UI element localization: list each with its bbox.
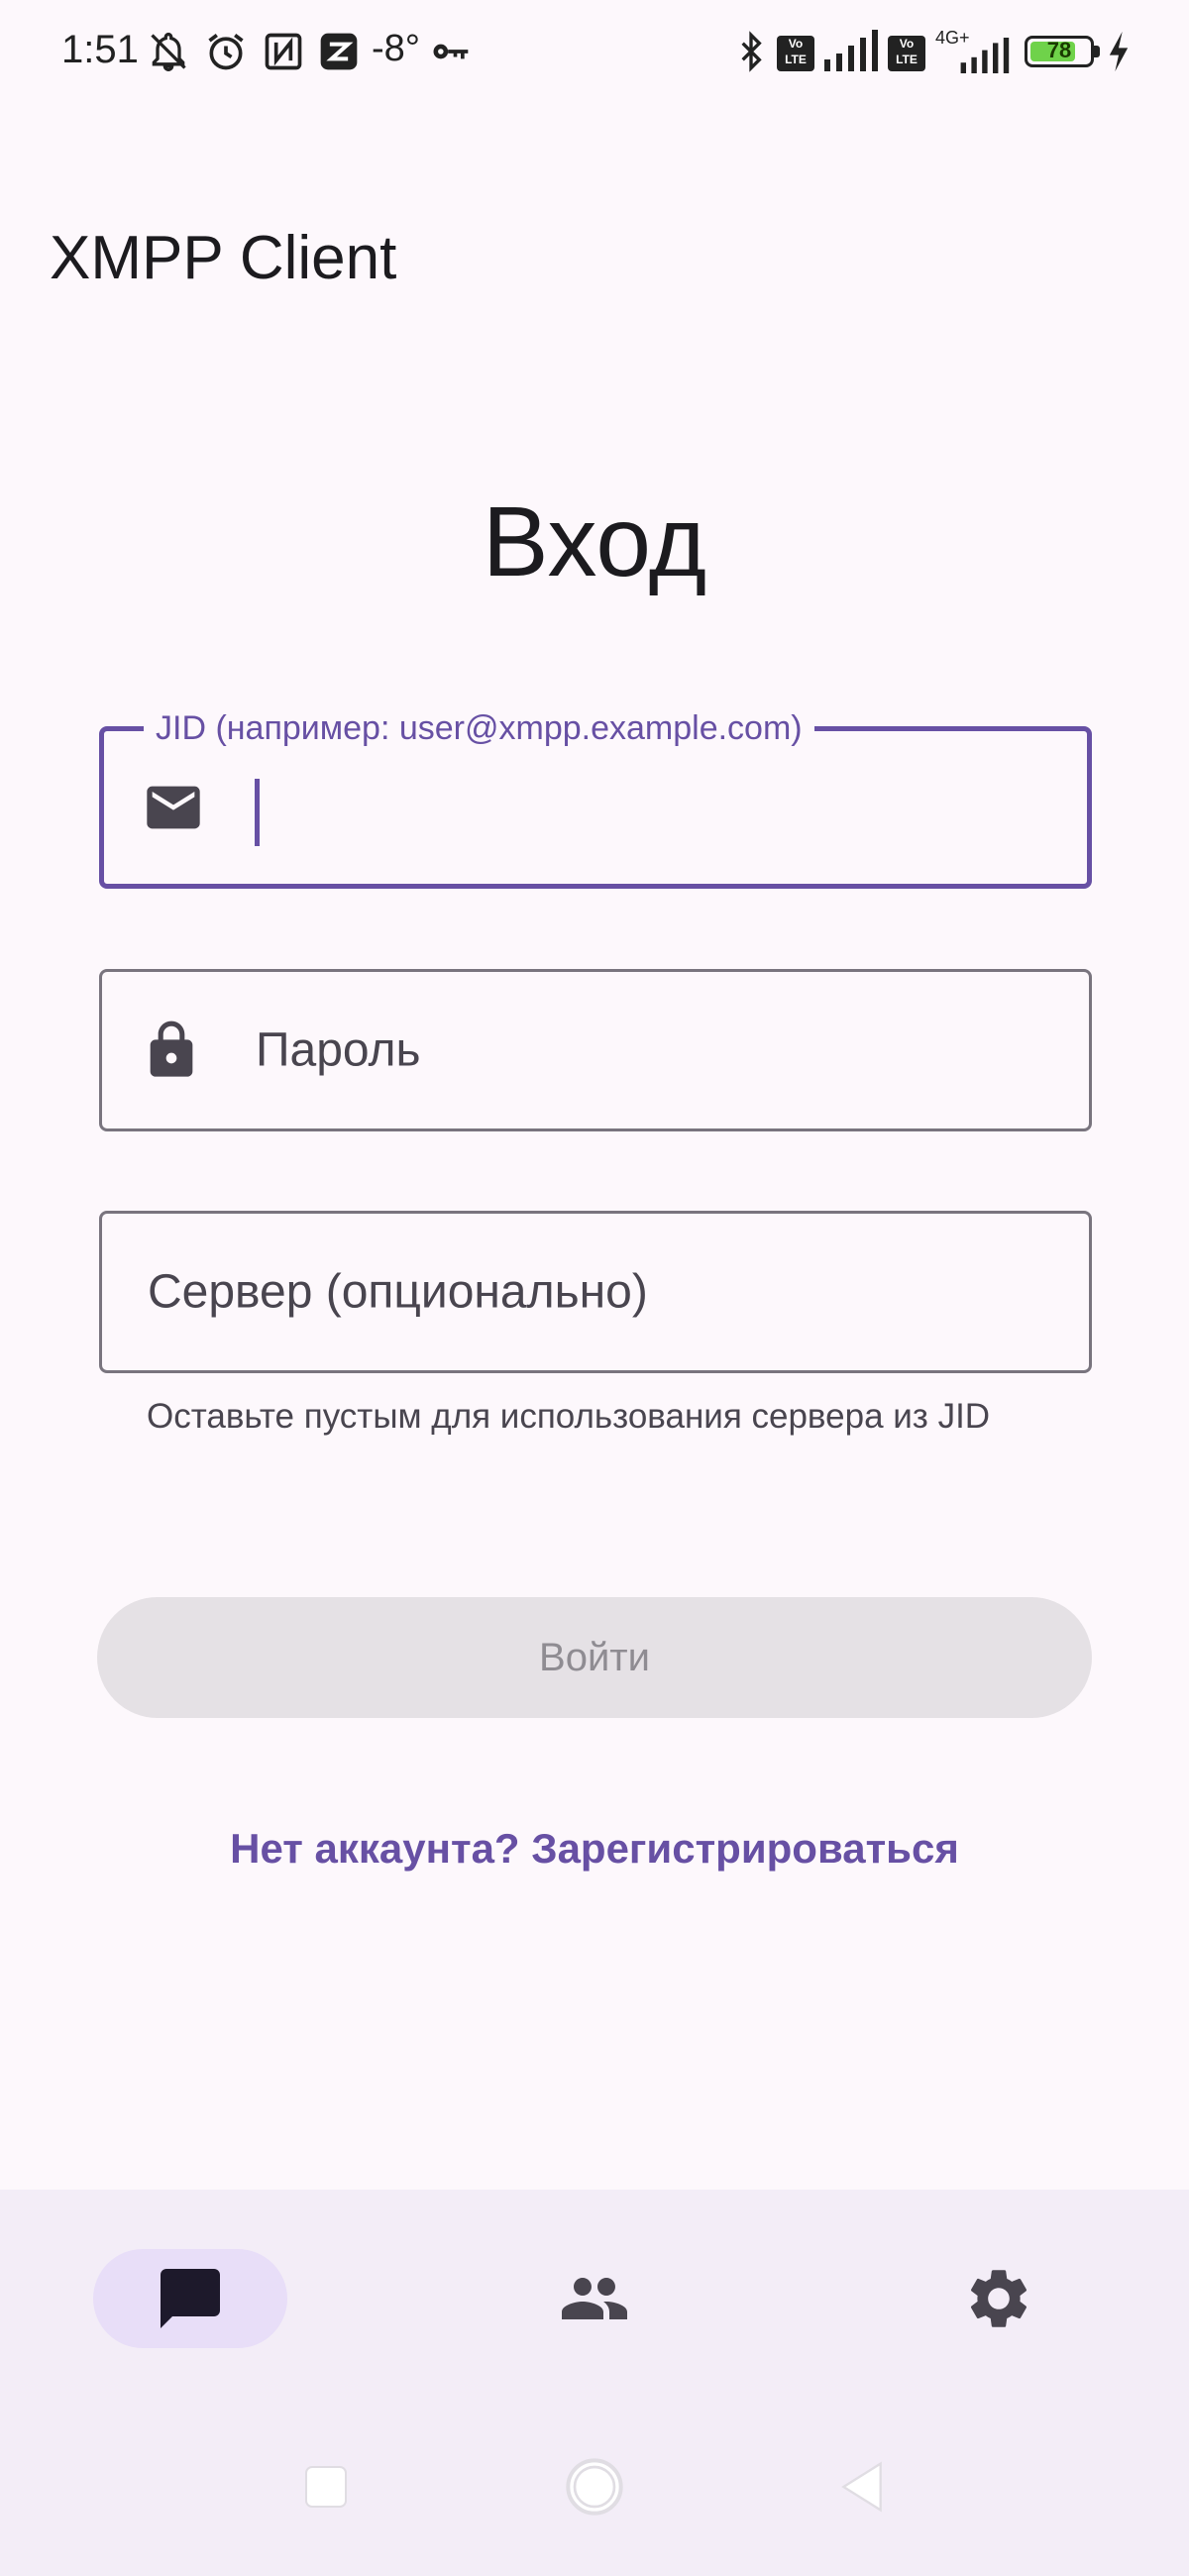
nfc-icon bbox=[265, 33, 302, 70]
mail-icon bbox=[147, 786, 200, 829]
people-icon bbox=[562, 2278, 627, 2319]
volte-icon: Vo LTE bbox=[777, 36, 814, 71]
key-icon bbox=[433, 44, 469, 59]
server-field[interactable]: Сервер (опционально) bbox=[99, 1211, 1092, 1373]
chat-icon bbox=[161, 2269, 220, 2328]
server-helper-text: Оставьте пустым для использования сервер… bbox=[147, 1397, 991, 1436]
login-heading: Вход bbox=[482, 486, 707, 597]
app-title: XMPP Client bbox=[50, 224, 397, 292]
bottom-navigation bbox=[0, 2190, 1189, 2576]
jid-field-label: JID (например: user@xmpp.example.com) bbox=[144, 709, 814, 748]
charging-icon bbox=[1109, 31, 1129, 72]
alarm-icon bbox=[208, 34, 244, 70]
volte-icon: Vo LTE bbox=[888, 36, 925, 71]
4g-plus-signal-icon bbox=[960, 38, 1010, 73]
register-link[interactable]: Нет аккаунта? Зарегистрироваться bbox=[0, 1825, 1189, 1873]
server-placeholder: Сервер (опционально) bbox=[148, 1265, 648, 1319]
text-cursor bbox=[255, 779, 260, 846]
password-placeholder: Пароль bbox=[256, 1023, 421, 1077]
battery-icon: 78 bbox=[1025, 36, 1094, 67]
status-time: 1:51 bbox=[61, 28, 139, 71]
home-button[interactable] bbox=[563, 2455, 626, 2519]
jid-field[interactable]: JID (например: user@xmpp.example.com) bbox=[99, 709, 1092, 889]
nav-item-contacts[interactable] bbox=[497, 2249, 692, 2348]
status-bar: 1:51 -8° Vo LTE Vo LTE 4G+ 78 bbox=[0, 0, 1189, 104]
gear-icon bbox=[970, 2270, 1027, 2327]
recents-button[interactable] bbox=[302, 2463, 350, 2511]
status-temperature: -8° bbox=[372, 28, 420, 69]
system-navigation-bar bbox=[0, 2457, 1189, 2576]
battery-percent: 78 bbox=[1046, 38, 1072, 62]
battery-cap bbox=[1094, 46, 1100, 57]
signal-icon bbox=[824, 30, 878, 71]
nav-item-settings[interactable] bbox=[902, 2249, 1096, 2348]
nav-item-chats[interactable] bbox=[93, 2249, 287, 2348]
app-notification-icon bbox=[320, 33, 358, 70]
bluetooth-icon bbox=[741, 31, 762, 72]
login-button[interactable]: Войти bbox=[97, 1597, 1092, 1718]
bell-muted-icon bbox=[151, 33, 186, 71]
back-button[interactable] bbox=[838, 2459, 886, 2515]
lock-icon bbox=[150, 1020, 193, 1077]
password-field[interactable]: Пароль bbox=[99, 969, 1092, 1131]
